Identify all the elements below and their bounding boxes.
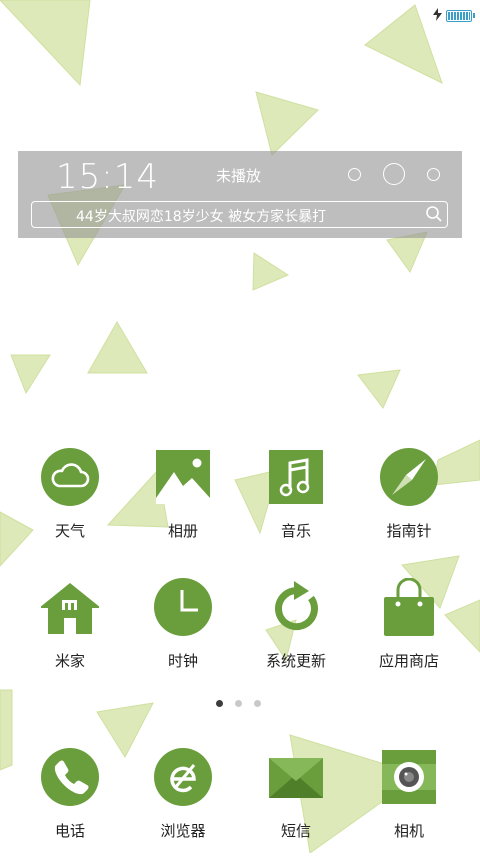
music-search-widget: 15:14 未播放 44岁大叔网恋18岁少女 被女方家长暴打: [18, 151, 462, 238]
app-label: 相机: [393, 822, 424, 840]
bolt-icon: [433, 6, 442, 25]
envelope-icon: [267, 748, 325, 806]
dock-camera[interactable]: 相机: [354, 748, 464, 868]
page-dot[interactable]: [235, 700, 242, 707]
app-mijia[interactable]: 米家: [15, 578, 125, 698]
app-label: 时钟: [167, 652, 198, 670]
app-label: 系统更新: [265, 652, 326, 670]
app-label: 电话: [54, 822, 85, 840]
page-indicator: [216, 700, 261, 707]
phone-icon: [41, 748, 99, 806]
compass-icon: [380, 448, 438, 506]
app-gallery[interactable]: 相册: [128, 448, 238, 568]
shopping-bag-icon: [380, 577, 438, 636]
page-dot-active[interactable]: [216, 700, 223, 707]
app-label: 音乐: [280, 522, 311, 540]
browser-icon: [154, 748, 212, 806]
app-label: 米家: [54, 652, 85, 670]
home-icon: [39, 578, 101, 636]
app-label: 应用商店: [378, 652, 439, 670]
music-status[interactable]: 未播放: [216, 165, 261, 186]
app-weather[interactable]: 天气: [15, 448, 125, 568]
app-label: 浏览器: [160, 822, 206, 840]
app-clock[interactable]: 时钟: [128, 578, 238, 698]
app-system-update[interactable]: 系统更新: [241, 578, 351, 698]
status-bar: [433, 6, 475, 25]
app-label: 指南针: [386, 522, 432, 540]
page-dot[interactable]: [254, 700, 261, 707]
search-hot-text[interactable]: 44岁大叔网恋18岁少女 被女方家长暴打: [76, 206, 326, 226]
search-bar[interactable]: 44岁大叔网恋18岁少女 被女方家长暴打: [31, 201, 448, 228]
gallery-icon: [154, 448, 212, 506]
camera-icon: [380, 748, 438, 806]
battery-icon: [446, 9, 475, 22]
dock-browser[interactable]: 浏览器: [128, 748, 238, 868]
app-label: 相册: [167, 522, 198, 540]
wallpaper: [0, 0, 480, 853]
app-store[interactable]: 应用商店: [354, 577, 464, 698]
app-label: 天气: [54, 522, 85, 540]
cloud-icon: [41, 448, 99, 506]
next-button[interactable]: [427, 168, 440, 181]
search-icon[interactable]: [425, 205, 443, 227]
previous-button[interactable]: [348, 168, 361, 181]
refresh-icon: [267, 578, 325, 636]
dock-phone[interactable]: 电话: [15, 748, 125, 868]
app-label: 短信: [280, 822, 311, 840]
dock-messages[interactable]: 短信: [241, 748, 351, 868]
play-button[interactable]: [383, 163, 405, 185]
app-music[interactable]: 音乐: [241, 448, 351, 568]
app-compass[interactable]: 指南针: [354, 448, 464, 568]
music-note-icon: [267, 448, 325, 506]
clock-time[interactable]: 15:14: [56, 157, 159, 197]
clock-icon: [154, 578, 212, 636]
